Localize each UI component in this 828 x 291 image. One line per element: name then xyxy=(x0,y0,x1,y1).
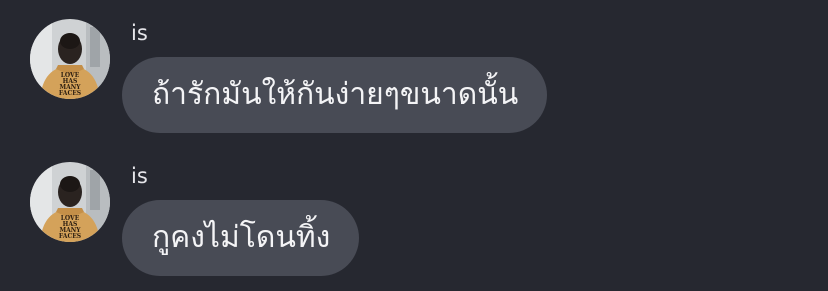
shirt-print-line: FACES xyxy=(59,233,81,240)
avatar[interactable]: LOVE HAS MANY FACES xyxy=(30,19,110,99)
shirt-print-line: FACES xyxy=(59,90,81,97)
sender-name: is xyxy=(131,164,148,188)
avatar[interactable]: LOVE HAS MANY FACES xyxy=(30,162,110,242)
message-bubble[interactable]: ถ้ารักมันให้กันง่ายๆขนาดนั้น xyxy=(122,57,548,133)
message-text: ถ้ารักมันให้กันง่ายๆขนาดนั้น xyxy=(152,77,519,112)
profile-photo-icon: LOVE HAS MANY FACES xyxy=(30,162,110,242)
profile-photo-icon: LOVE HAS MANY FACES xyxy=(30,19,110,99)
message-bubble[interactable]: กูคงไม่โดนทิ้ง xyxy=(122,200,360,276)
message-text: กูคงไม่โดนทิ้ง xyxy=(152,220,331,255)
sender-name: is xyxy=(131,21,148,45)
chat-window: { "messages": [ { "sender": "is", "avata… xyxy=(0,0,828,291)
